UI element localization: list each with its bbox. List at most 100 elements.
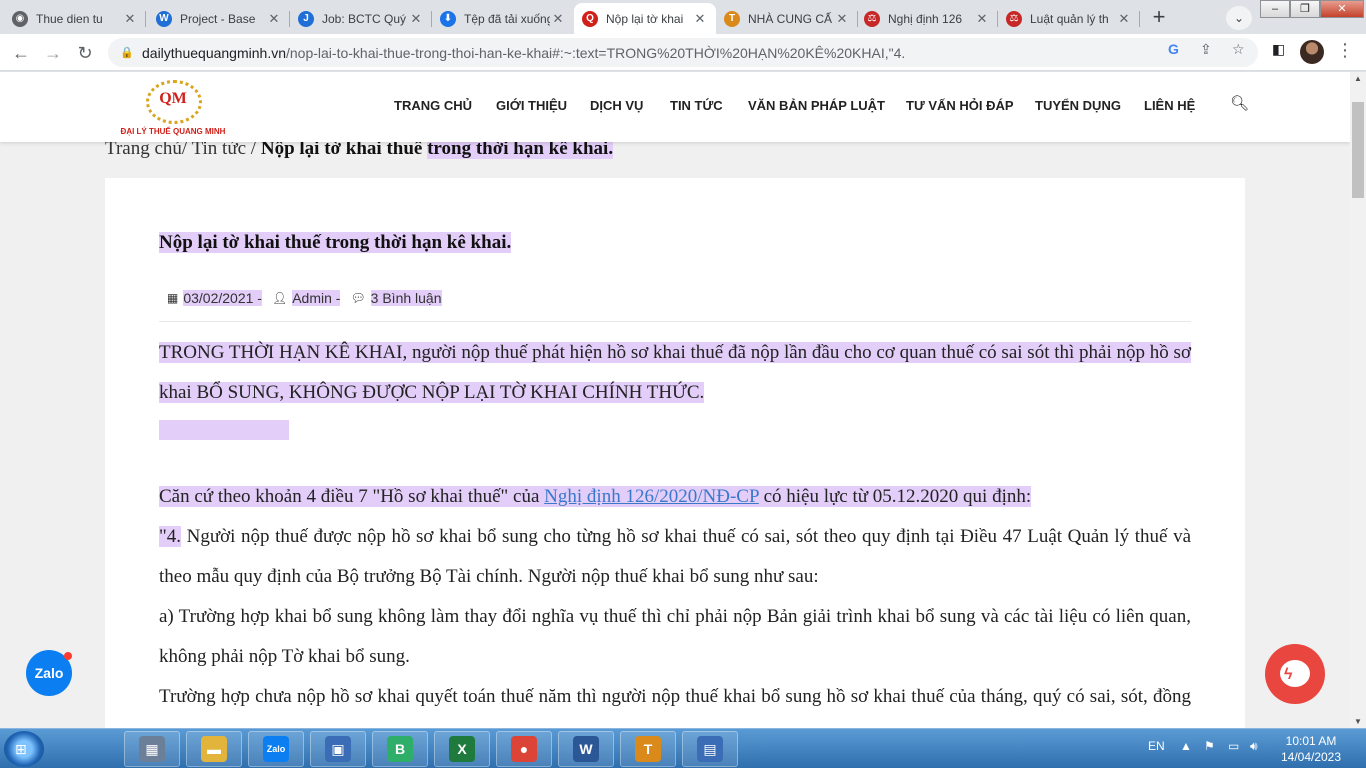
nav-home[interactable]: TRANG CHỦ bbox=[394, 98, 472, 113]
bkav-icon: B bbox=[387, 736, 413, 762]
action-center-flag-icon[interactable]: ⚑ bbox=[1204, 739, 1215, 753]
taskbar-app-button[interactable]: ▤ bbox=[682, 731, 738, 767]
decree-link[interactable]: Nghị định 126/2020/NĐ-CP bbox=[544, 486, 759, 507]
calendar-icon: ▦ bbox=[167, 291, 179, 305]
browser-tab[interactable]: T NHÀ CUNG CẤ ✕ bbox=[716, 3, 858, 34]
reload-button[interactable]: ↻ bbox=[72, 40, 98, 66]
start-button[interactable]: ⊞ bbox=[4, 731, 44, 767]
scroll-down-icon[interactable]: ▼ bbox=[1354, 717, 1362, 726]
search-icon[interactable]: 🔍︎ bbox=[1230, 94, 1249, 112]
profile-avatar[interactable] bbox=[1300, 40, 1324, 64]
paragraph-clause-a: a) Trường hợp khai bổ sung không làm tha… bbox=[159, 606, 1191, 667]
close-tab-icon[interactable]: ✕ bbox=[550, 11, 566, 27]
htkk-icon: T bbox=[635, 736, 661, 762]
windows-logo-icon: ⊞ bbox=[15, 741, 27, 757]
bookmark-star-icon[interactable]: ☆ bbox=[1232, 41, 1245, 58]
volume-icon[interactable]: 🔊︎ bbox=[1250, 739, 1258, 754]
scrollbar-thumb[interactable] bbox=[1352, 102, 1364, 198]
close-tab-icon[interactable]: ✕ bbox=[974, 11, 990, 27]
forward-button[interactable]: → bbox=[40, 40, 66, 66]
word-icon: W bbox=[573, 736, 599, 762]
browser-tab[interactable]: W Project - Base ✕ bbox=[148, 3, 290, 34]
network-icon[interactable]: ▭ bbox=[1228, 739, 1239, 753]
chrome-icon: ● bbox=[511, 736, 537, 762]
zalo-chat-button[interactable]: Zalo bbox=[26, 650, 72, 696]
paragraph-clause-4: "4. Người nộp thuế được nộp hồ sơ khai b… bbox=[159, 526, 1191, 587]
post-author[interactable]: Admin - bbox=[292, 290, 341, 306]
browser-tab[interactable]: J Job: BCTC Quý ✕ bbox=[290, 3, 432, 34]
system-clock[interactable]: 10:01 AM 14/04/2023 bbox=[1276, 733, 1346, 765]
close-window-button[interactable]: ✕ bbox=[1320, 0, 1364, 18]
share-icon[interactable]: ⇪ bbox=[1200, 41, 1212, 58]
download-icon: ⬇ bbox=[440, 10, 456, 27]
browser-toolbar: ← → ↻ 🔒 dailythuequangminh.vn/nop-lai-to… bbox=[0, 34, 1366, 71]
browser-tab[interactable]: ⚖ Luật quản lý th ✕ bbox=[998, 3, 1140, 34]
close-tab-icon[interactable]: ✕ bbox=[834, 11, 850, 27]
nav-legal-documents[interactable]: VĂN BẢN PHÁP LUẬT bbox=[748, 98, 885, 113]
taskbar-app-button[interactable]: ▣ bbox=[310, 731, 366, 767]
tab-title: NHÀ CUNG CẤ bbox=[748, 11, 833, 26]
back-button[interactable]: ← bbox=[8, 40, 34, 66]
url-path: /nop-lai-to-khai-thue-trong-thoi-han-ke-… bbox=[286, 44, 906, 61]
taskbar-app-button[interactable]: T bbox=[620, 731, 676, 767]
article-card: Nộp lại tờ khai thuế trong thời hạn kê k… bbox=[105, 178, 1245, 728]
nav-contact[interactable]: LIÊN HỆ bbox=[1144, 98, 1195, 113]
close-tab-icon[interactable]: ✕ bbox=[1116, 11, 1132, 27]
browser-tab[interactable]: ⬇ Tệp đã tải xuống ✕ bbox=[432, 3, 574, 34]
new-tab-button[interactable]: + bbox=[1146, 5, 1172, 31]
tab-search-button[interactable]: ⌄ bbox=[1226, 6, 1252, 30]
close-tab-icon[interactable]: ✕ bbox=[266, 11, 282, 27]
clock-time: 10:01 AM bbox=[1285, 734, 1337, 748]
close-tab-icon[interactable]: ✕ bbox=[122, 11, 138, 27]
paragraph-basis: Căn cứ theo khoản 4 điều 7 "Hồ sơ khai t… bbox=[159, 486, 1032, 507]
browser-tab[interactable]: Q Nộp lại tờ khai ✕ bbox=[574, 3, 716, 34]
tab-title: Project - Base bbox=[180, 11, 256, 26]
law-icon-2: ⚖ bbox=[1006, 10, 1022, 27]
base-w-icon: W bbox=[156, 10, 172, 27]
taskbar-app-button[interactable]: ▦ bbox=[124, 731, 180, 767]
post-comments[interactable]: 3 Bình luận bbox=[370, 290, 442, 306]
lock-icon: 🔒 bbox=[120, 47, 134, 59]
browser-tab[interactable]: ⚖ Nghị định 126 ✕ bbox=[856, 3, 998, 34]
browser-menu-icon[interactable]: ⋮ bbox=[1336, 40, 1354, 61]
taskbar-app-button[interactable]: Zalo bbox=[248, 731, 304, 767]
close-tab-icon[interactable]: ✕ bbox=[692, 11, 708, 27]
taskbar-app-button[interactable]: ● bbox=[496, 731, 552, 767]
globe-icon: ◉ bbox=[12, 10, 28, 27]
address-bar[interactable]: 🔒 dailythuequangminh.vn/nop-lai-to-khai-… bbox=[108, 38, 1258, 67]
language-indicator[interactable]: EN bbox=[1148, 739, 1165, 753]
law-icon: ⚖ bbox=[864, 10, 880, 27]
paragraph-clause-a-2: Trường hợp chưa nộp hồ sơ khai quyết toá… bbox=[159, 686, 1191, 728]
browser-tab[interactable]: ◉ Thue dien tu ✕ bbox=[4, 3, 146, 34]
restore-button[interactable]: ❐ bbox=[1290, 0, 1320, 18]
taskbar-app-button[interactable]: W bbox=[558, 731, 614, 767]
taskbar-app-button[interactable]: ▬ bbox=[186, 731, 242, 767]
tab-title: Nộp lại tờ khai bbox=[606, 11, 684, 26]
url-host: dailythuequangminh.vn bbox=[142, 44, 286, 61]
nav-careers[interactable]: TUYỂN DỤNG bbox=[1035, 98, 1121, 113]
site-logo[interactable]: QM ĐẠI LÝ THUẾ QUANG MINH bbox=[118, 78, 228, 138]
meta-divider bbox=[159, 321, 1191, 322]
nav-qa[interactable]: TƯ VẤN HỎI ĐÁP bbox=[906, 98, 1014, 113]
tab-title: Job: BCTC Quý bbox=[322, 11, 407, 26]
nav-news[interactable]: TIN TỨC bbox=[670, 98, 723, 113]
page-scrollbar[interactable]: ▲ ▼ bbox=[1350, 72, 1366, 728]
windows-taskbar: ⊞ EN ▲ ⚑ ▭ 🔊︎ 10:01 AM 14/04/2023 ▦ ▬ Zalo… bbox=[0, 728, 1366, 768]
article-title: Nộp lại tờ khai thuế trong thời hạn kê k… bbox=[159, 232, 512, 253]
taskbar-app-button[interactable]: B bbox=[372, 731, 428, 767]
user-icon: 👤︎ bbox=[271, 291, 288, 305]
nav-services[interactable]: DỊCH VỤ bbox=[590, 98, 643, 113]
scroll-up-icon[interactable]: ▲ bbox=[1354, 74, 1362, 83]
post-date: 03/02/2021 - bbox=[183, 290, 262, 306]
minimize-button[interactable]: – bbox=[1260, 0, 1290, 18]
article-meta: ▦ 03/02/2021 - 👤︎ Admin - 💬︎ 3 Bình luận bbox=[167, 290, 452, 306]
taskbar-app-button[interactable]: X bbox=[434, 731, 490, 767]
tray-expand-icon[interactable]: ▲ bbox=[1180, 739, 1192, 753]
nav-about[interactable]: GIỚI THIỆU bbox=[496, 98, 567, 113]
tab-title: Tệp đã tải xuống bbox=[464, 11, 550, 26]
messenger-chat-button[interactable]: ϟ bbox=[1265, 644, 1325, 704]
remote-icon: ▣ bbox=[325, 736, 351, 762]
close-tab-icon[interactable]: ✕ bbox=[408, 11, 424, 27]
google-translate-icon[interactable]: G bbox=[1168, 41, 1179, 57]
side-panel-icon[interactable]: ◧ bbox=[1272, 41, 1285, 58]
